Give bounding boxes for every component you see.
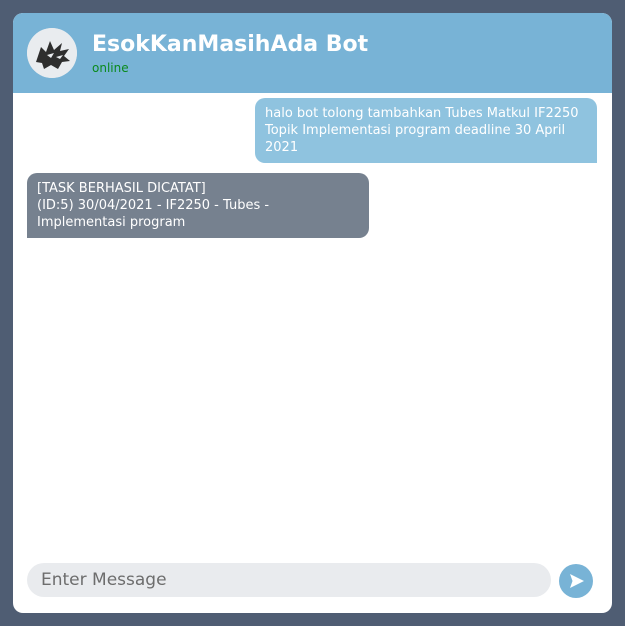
chat-header: EsokKanMasihAda Bot online [13, 13, 612, 93]
user-message-bubble: halo bot tolong tambahkan Tubes Matkul I… [255, 98, 597, 163]
bot-status: online [92, 61, 129, 75]
message-text: (ID:5) 30/04/2021 - IF2250 - Tubes - Imp… [37, 198, 270, 230]
message-input[interactable] [27, 563, 551, 597]
message-text: [TASK BERHASIL DICATAT] [37, 181, 206, 196]
bot-message-bubble: [TASK BERHASIL DICATAT] (ID:5) 30/04/202… [27, 173, 369, 238]
message-text: halo bot tolong tambahkan Tubes Matkul I… [265, 106, 579, 155]
bot-name: EsokKanMasihAda Bot [92, 32, 369, 57]
send-button[interactable] [559, 564, 593, 598]
send-icon [570, 574, 584, 588]
message-list: halo bot tolong tambahkan Tubes Matkul I… [13, 93, 612, 553]
bot-avatar [27, 28, 77, 78]
wolf-icon [27, 28, 77, 78]
chat-window: EsokKanMasihAda Bot online halo bot tolo… [13, 13, 612, 613]
